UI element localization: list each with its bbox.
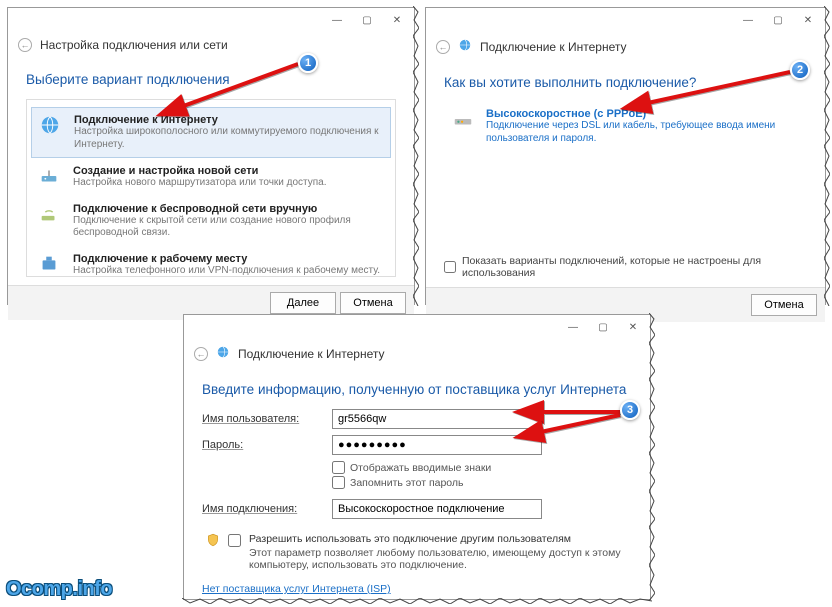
option-desc: Настройка телефонного или VPN-подключени… (73, 265, 380, 278)
back-icon[interactable]: ← (194, 347, 208, 361)
dialog-heading: Введите информацию, полученную от постав… (202, 382, 632, 397)
next-button[interactable]: Далее (270, 292, 336, 314)
option-title: Подключение к беспроводной сети вручную (73, 203, 385, 215)
dialog-enter-isp-info: — ▢ ✕ ← Подключение к Интернету Введите … (183, 314, 651, 600)
show-all-checkbox-row: Показать варианты подключений, которые н… (444, 255, 825, 279)
torn-edge-3 (649, 313, 655, 601)
desc-allow-others: Этот параметр позволяет любому пользоват… (249, 547, 628, 571)
dialog-title: Подключение к Интернету (480, 40, 627, 54)
wifi-icon (37, 203, 65, 227)
torn-edge-2 (824, 6, 830, 306)
close-button[interactable]: ✕ (618, 318, 648, 338)
option-desc: Подключение к скрытой сети или создание … (73, 215, 385, 240)
option-manual-wireless[interactable]: Подключение к беспроводной сети вручную … (31, 197, 391, 246)
label-username: Имя пользователя: (202, 413, 332, 425)
dialog-title: Подключение к Интернету (238, 347, 385, 361)
option-desc: Настройка широкополосного или коммутируе… (74, 126, 384, 151)
row-remember: Запомнить этот пароль (332, 476, 632, 489)
torn-edge-3b (182, 598, 652, 604)
row-connection-name: Имя подключения: Высокоскоростное подклю… (202, 499, 632, 519)
option-title: Создание и настройка новой сети (73, 165, 327, 177)
checkbox-remember[interactable] (332, 476, 345, 489)
close-button[interactable]: ✕ (793, 11, 823, 31)
option-title: Подключение к рабочему месту (73, 253, 380, 265)
titlebar: — ▢ ✕ (426, 8, 825, 34)
label-show-chars: Отображать вводимые знаки (350, 462, 491, 474)
minimize-button[interactable]: — (322, 11, 352, 31)
globe-icon (458, 38, 472, 55)
label-connection-name: Имя подключения: (202, 503, 332, 515)
minimize-button[interactable]: — (558, 318, 588, 338)
label-password: Пароль: (202, 439, 332, 451)
dialog-header: ← Подключение к Интернету (184, 341, 650, 366)
cancel-button[interactable]: Отмена (340, 292, 406, 314)
option-workplace[interactable]: Подключение к рабочему месту Настройка т… (31, 247, 391, 284)
badge-2: 2 (790, 60, 810, 80)
back-icon[interactable]: ← (18, 38, 32, 52)
globe-icon (216, 345, 230, 362)
checkbox-allow-others[interactable] (228, 534, 241, 547)
dialog-connection-setup: — ▢ ✕ ← Настройка подключения или сети В… (7, 7, 415, 305)
link-no-isp[interactable]: Нет поставщика услуг Интернета (ISP) (202, 583, 391, 595)
show-all-checkbox[interactable] (444, 261, 456, 273)
torn-edge-1 (413, 6, 419, 306)
titlebar: — ▢ ✕ (184, 315, 650, 341)
arrow-3b (530, 413, 630, 444)
workplace-icon (37, 253, 65, 277)
dialog-header: ← Подключение к Интернету (426, 34, 825, 59)
option-desc: Подключение через DSL или кабель, требую… (486, 120, 801, 145)
maximize-button[interactable]: ▢ (588, 318, 618, 338)
dialog-connect-internet: — ▢ ✕ ← Подключение к Интернету Как вы х… (425, 7, 826, 305)
show-all-label: Показать варианты подключений, которые н… (462, 255, 825, 279)
dialog-header: ← Настройка подключения или сети (8, 34, 414, 56)
titlebar: — ▢ ✕ (8, 8, 414, 34)
cancel-button[interactable]: Отмена (751, 294, 817, 316)
router-icon (37, 165, 65, 189)
row-allow-others: Разрешить использовать это подключение д… (202, 533, 632, 571)
minimize-button[interactable]: — (733, 11, 763, 31)
close-button[interactable]: ✕ (382, 11, 412, 31)
maximize-button[interactable]: ▢ (352, 11, 382, 31)
globe-icon (38, 114, 66, 138)
label-allow-others: Разрешить использовать это подключение д… (249, 533, 628, 545)
checkbox-show-chars[interactable] (332, 461, 345, 474)
option-new-network[interactable]: Создание и настройка новой сети Настройк… (31, 159, 391, 196)
options-listbox: Подключение к Интернету Настройка широко… (26, 99, 396, 277)
badge-1: 1 (298, 53, 318, 73)
option-desc: Настройка нового маршрутизатора или точк… (73, 177, 327, 190)
badge-3: 3 (620, 400, 640, 420)
row-show-chars: Отображать вводимые знаки (332, 461, 632, 474)
input-username[interactable]: gr5566qw (332, 409, 542, 429)
maximize-button[interactable]: ▢ (763, 11, 793, 31)
dialog-title: Настройка подключения или сети (40, 38, 228, 52)
modem-icon (450, 108, 478, 132)
watermark-logo: Ocomp.info (6, 578, 112, 601)
shield-icon (206, 533, 220, 550)
input-password[interactable]: ●●●●●●●●● (332, 435, 542, 455)
arrow-2 (635, 68, 805, 123)
label-remember: Запомнить этот пароль (350, 477, 464, 489)
input-connection-name[interactable]: Высокоскоростное подключение (332, 499, 542, 519)
back-icon[interactable]: ← (436, 40, 450, 54)
arrow-1 (170, 60, 310, 125)
